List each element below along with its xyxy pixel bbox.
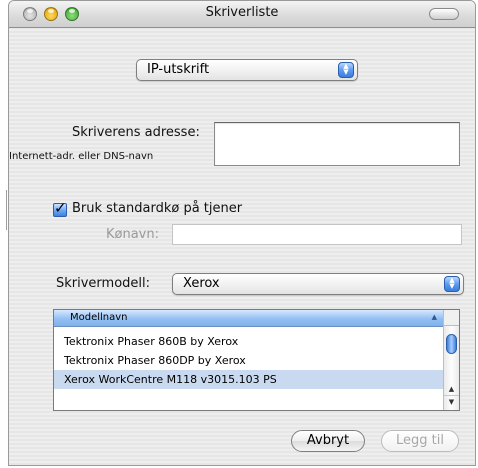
window-title: Skriverliste bbox=[205, 5, 279, 20]
queue-name-label: Kønavn: bbox=[106, 227, 159, 242]
popup-arrows-icon: ▲ ▼ bbox=[444, 276, 460, 292]
list-item[interactable]: Tektronix Phaser 860B by Xerox bbox=[54, 332, 443, 351]
printer-model-popup[interactable]: Xerox ▲ ▼ bbox=[172, 273, 464, 295]
sort-ascending-icon: ▲ bbox=[431, 313, 437, 321]
default-queue-label: Bruk standardkø på tjener bbox=[72, 201, 243, 216]
left-edge bbox=[0, 0, 8, 468]
list-item-label: Tektronix Phaser 860B by Xerox bbox=[64, 335, 239, 348]
protocol-popup-value: IP-utskrift bbox=[147, 62, 210, 77]
cancel-button[interactable]: Avbryt bbox=[291, 430, 365, 452]
checkmark-icon: ✓ bbox=[54, 199, 67, 217]
protocol-popup[interactable]: IP-utskrift ▲ ▼ bbox=[136, 59, 358, 81]
list-item-label: Tektronix Phaser 860DP by Xerox bbox=[64, 354, 246, 367]
toolbar-toggle-button[interactable] bbox=[429, 8, 459, 20]
column-header-label: Modellnavn bbox=[70, 312, 128, 323]
list-corner bbox=[443, 310, 459, 326]
address-hint: Internett-adr. eller DNS-navn bbox=[9, 151, 154, 162]
printer-model-popup-value: Xerox bbox=[183, 276, 220, 291]
default-queue-checkbox[interactable]: ✓ bbox=[53, 199, 67, 217]
address-field[interactable] bbox=[214, 122, 460, 166]
model-list[interactable]: Modellnavn ▲ Tektronix Phaser 860B by Xe… bbox=[53, 309, 460, 411]
model-name-column-header[interactable]: Modellnavn ▲ bbox=[54, 310, 443, 327]
printer-model-label: Skrivermodell: bbox=[56, 276, 151, 291]
scroll-down-arrow-icon[interactable]: ▼ bbox=[444, 395, 459, 409]
vertical-scrollbar[interactable]: ▲ ▼ bbox=[443, 326, 459, 410]
queue-name-field[interactable] bbox=[172, 224, 462, 245]
address-label: Skriverens adresse: bbox=[72, 125, 200, 140]
list-item-selected[interactable]: Xerox WorkCentre M118 v3015.103 PS bbox=[54, 370, 443, 389]
title-bar[interactable]: Skriverliste bbox=[9, 1, 475, 28]
add-button[interactable]: Legg til bbox=[381, 430, 459, 452]
printer-list-window: Skriverliste IP-utskrift ▲ ▼ Skriverens a… bbox=[8, 0, 476, 466]
popup-arrows-icon: ▲ ▼ bbox=[338, 62, 354, 78]
list-item-label: Xerox WorkCentre M118 v3015.103 PS bbox=[64, 373, 277, 386]
list-item[interactable]: Tektronix Phaser 860DP by Xerox bbox=[54, 351, 443, 370]
scrollbar-thumb[interactable] bbox=[446, 334, 457, 354]
